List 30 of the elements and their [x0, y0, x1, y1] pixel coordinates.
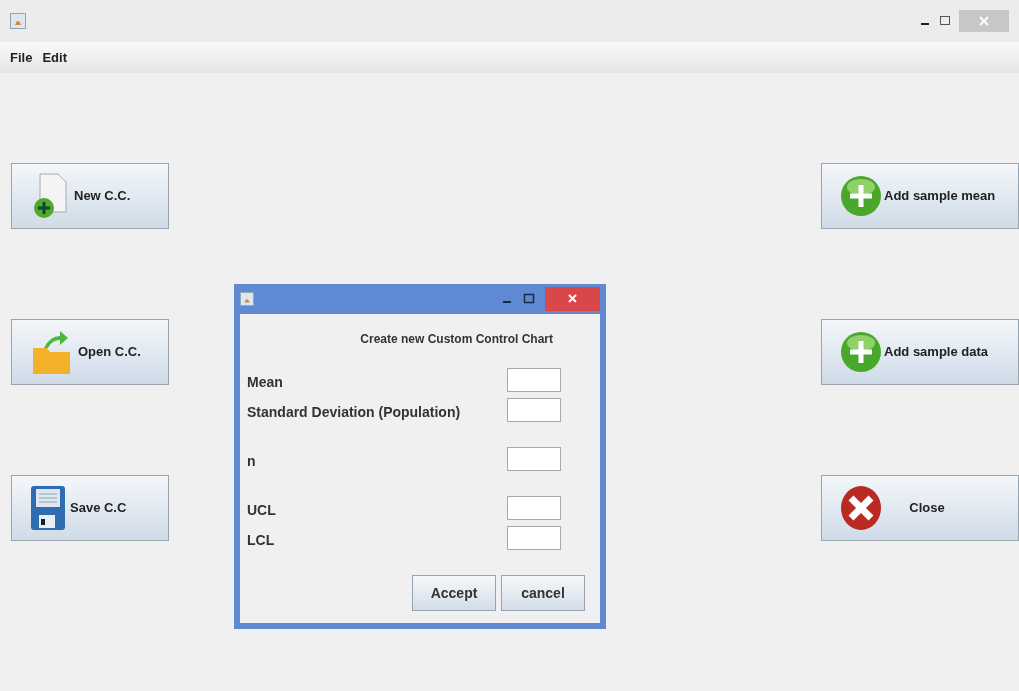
- input-field[interactable]: [507, 525, 561, 550]
- field-label: Mean: [247, 373, 283, 392]
- dialog-button[interactable]: cancel: [501, 575, 585, 611]
- dialog-button[interactable]: Accept: [412, 575, 496, 611]
- toolbar-button[interactable]: Add sample data: [821, 319, 1019, 385]
- field-label: LCL: [247, 531, 275, 550]
- input-field[interactable]: [507, 446, 561, 471]
- field-label: UCL: [247, 501, 276, 520]
- maximize-icon[interactable]: [523, 293, 535, 305]
- app-icon: [10, 13, 26, 29]
- input-field[interactable]: [507, 495, 561, 520]
- maximize-icon[interactable]: [939, 15, 951, 27]
- cross-circle-icon: [840, 485, 882, 531]
- close-icon[interactable]: [959, 10, 1009, 32]
- dialog-heading: Create new Custom Control Chart: [359, 331, 554, 348]
- menu-item[interactable]: Edit: [42, 47, 67, 68]
- field-label: n: [247, 452, 256, 471]
- close-icon[interactable]: [545, 287, 600, 311]
- toolbar-button[interactable]: Add sample mean: [821, 163, 1019, 229]
- plus-circle-icon: [840, 331, 882, 373]
- toolbar-button[interactable]: Close: [821, 475, 1019, 541]
- toolbar-button[interactable]: New C.C.: [11, 163, 169, 229]
- field-label: Standard Deviation (Population): [247, 403, 461, 422]
- toolbar-button[interactable]: Open C.C.: [11, 319, 169, 385]
- toolbar-button[interactable]: Save C.C: [11, 475, 169, 541]
- plus-circle-icon: [840, 175, 882, 217]
- input-field[interactable]: [507, 367, 561, 392]
- menu-item[interactable]: File: [10, 47, 33, 68]
- input-field[interactable]: [507, 397, 561, 422]
- app-icon: [240, 292, 254, 306]
